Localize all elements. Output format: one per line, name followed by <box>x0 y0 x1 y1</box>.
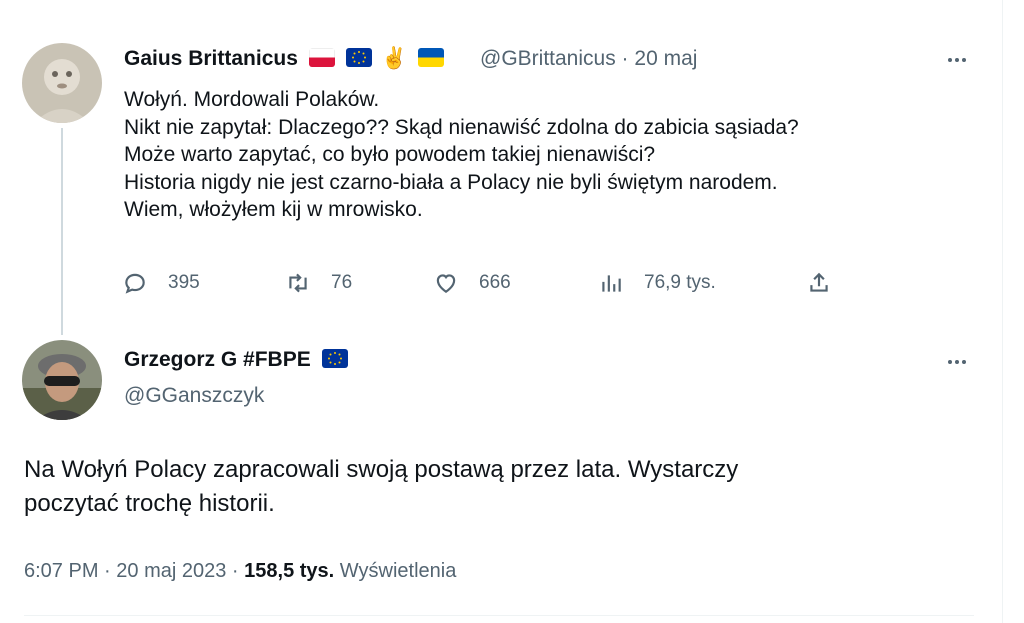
tweet-date[interactable]: 20 maj 2023 <box>116 560 226 582</box>
separator-dot: · <box>104 560 111 582</box>
like-count: 666 <box>479 272 511 293</box>
tweet-text-line: Wiem, włożyłem kij w mrowisko. <box>124 198 423 222</box>
retweet-count: 76 <box>331 272 353 293</box>
separator-dot: · <box>621 47 629 70</box>
more-options-button[interactable] <box>942 50 972 70</box>
tweet-text-line: Nikt nie zapytał: Dlaczego?? Skąd nienaw… <box>124 115 799 139</box>
tweet-text-line: Wołyń. Mordowali Polaków. <box>124 88 380 111</box>
views-label: Wyświetlenia <box>339 560 457 582</box>
tweet-date[interactable]: 20 maj <box>634 47 697 70</box>
flag-ukraine-icon <box>418 48 445 67</box>
flag-eu-icon <box>345 48 372 67</box>
divider <box>24 615 974 616</box>
thread-connector-line <box>61 128 63 335</box>
tweet-text: Na Wołyń Polacy zapracowali swoją postaw… <box>24 453 984 521</box>
tweet-text-line: Historia nigdy nie jest czarno-biała a P… <box>124 170 778 194</box>
separator-dot: · <box>231 560 239 582</box>
views-button[interactable]: 76,9 tys. <box>598 270 716 296</box>
username-handle[interactable]: @GGanszczyk <box>124 383 264 409</box>
tweet-text-line: Na Wołyń Polacy zapracowali swoją postaw… <box>24 456 739 483</box>
like-icon <box>436 274 456 293</box>
views-count: 76,9 tys. <box>644 272 716 293</box>
share-icon <box>810 272 828 292</box>
tweet-text-line: Może warto zapytać, co było powodem taki… <box>124 143 656 167</box>
tweet-metadata: 6:07 PM · 20 maj 2023 · 158,5 tys. Wyświ… <box>24 560 456 583</box>
retweet-button[interactable]: 76 <box>285 270 352 296</box>
more-icon <box>948 360 952 364</box>
reply-count: 395 <box>168 272 200 293</box>
retweet-icon <box>289 273 307 293</box>
reply-icon <box>125 273 145 294</box>
display-name[interactable]: Grzegorz G #FBPE <box>124 348 311 371</box>
timeline-border <box>1002 0 1003 623</box>
more-icon <box>948 58 952 62</box>
author-name-line: Grzegorz G #FBPE <box>124 347 348 373</box>
handle-date-line: @GBrittanicus · 20 maj <box>480 46 697 72</box>
flag-poland-icon <box>308 48 335 67</box>
share-button[interactable] <box>806 270 832 296</box>
tweet-text: Wołyń. Mordowali Polaków. Nikt nie zapyt… <box>124 86 984 224</box>
avatar-grzegorz[interactable] <box>22 340 102 420</box>
username-handle[interactable]: @GBrittanicus <box>480 47 616 70</box>
tweet-actions-bar: 395 76 666 76,9 tys. <box>120 270 840 300</box>
flag-eu-icon <box>321 349 348 368</box>
tweet-text-line: poczytać trochę historii. <box>24 490 275 517</box>
tweet-time[interactable]: 6:07 PM <box>24 560 98 582</box>
views-total: 158,5 tys. <box>244 560 335 582</box>
like-button[interactable]: 666 <box>433 270 511 296</box>
victory-hand-emoji: ✌️ <box>381 47 408 70</box>
avatar-gaius[interactable] <box>22 43 102 123</box>
display-name[interactable]: Gaius Brittanicus <box>124 47 298 70</box>
more-options-button[interactable] <box>942 352 972 372</box>
views-icon <box>602 275 621 292</box>
reply-button[interactable]: 395 <box>122 270 200 296</box>
author-name-line: Gaius Brittanicus ✌️ <box>124 46 445 72</box>
